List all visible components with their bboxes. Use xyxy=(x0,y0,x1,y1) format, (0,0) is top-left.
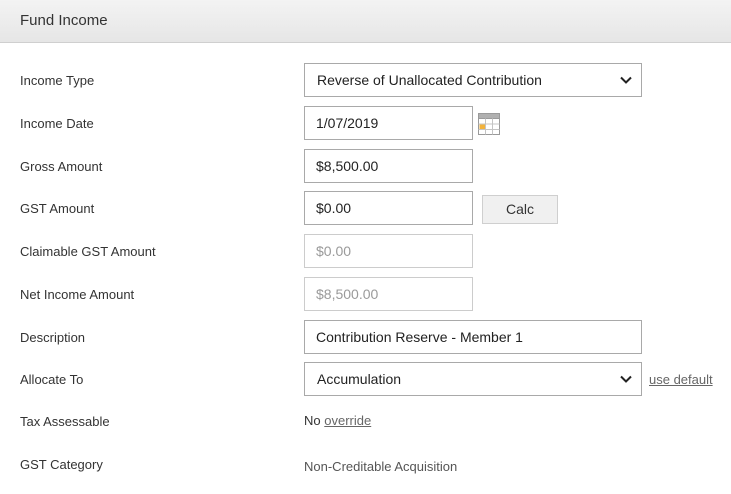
income-date-label: Income Date xyxy=(20,116,94,131)
income-type-select[interactable]: Reverse of Unallocated Contribution xyxy=(304,63,642,97)
gst-amount-input[interactable]: $0.00 xyxy=(304,191,473,225)
income-date-input[interactable]: 1/07/2019 xyxy=(304,106,473,140)
gst-amount-label: GST Amount xyxy=(20,201,95,216)
claimable-gst-label: Claimable GST Amount xyxy=(20,244,156,259)
tax-assessable-value: No xyxy=(304,413,321,428)
tax-assessable-row: No override xyxy=(304,413,371,428)
description-input[interactable]: Contribution Reserve - Member 1 xyxy=(304,320,642,354)
gross-amount-label: Gross Amount xyxy=(20,159,103,174)
page-title: Fund Income xyxy=(20,12,108,29)
allocate-to-label: Allocate To xyxy=(20,372,84,387)
gst-category-value: Non-Creditable Acquisition xyxy=(304,459,458,474)
calendar-icon[interactable] xyxy=(478,113,500,135)
override-link[interactable]: override xyxy=(324,413,371,428)
chevron-down-icon xyxy=(620,375,632,383)
gross-amount-input[interactable]: $8,500.00 xyxy=(304,149,473,183)
tax-assessable-label: Tax Assessable xyxy=(20,414,110,429)
net-income-input: $8,500.00 xyxy=(304,277,473,311)
allocate-to-select[interactable]: Accumulation xyxy=(304,362,642,396)
allocate-to-value: Accumulation xyxy=(317,371,402,387)
panel-header: Fund Income xyxy=(0,0,731,43)
claimable-gst-input: $0.00 xyxy=(304,234,473,268)
use-default-link[interactable]: use default xyxy=(649,372,713,387)
chevron-down-icon xyxy=(620,76,632,84)
description-label: Description xyxy=(20,330,86,345)
gst-category-label: GST Category xyxy=(20,457,103,472)
net-income-label: Net Income Amount xyxy=(20,287,135,302)
calc-button[interactable]: Calc xyxy=(482,195,558,224)
income-type-value: Reverse of Unallocated Contribution xyxy=(317,72,542,88)
income-type-label: Income Type xyxy=(20,73,95,88)
